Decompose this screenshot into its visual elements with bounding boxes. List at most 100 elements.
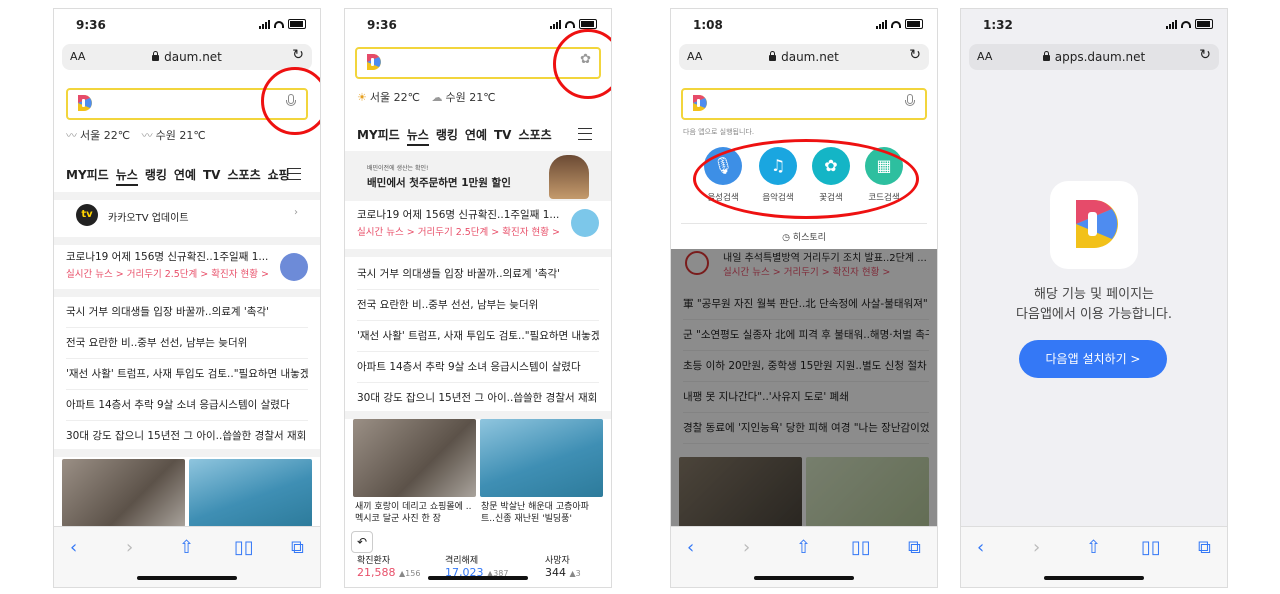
list-item[interactable]: '재선 사활' 트럼프, 사재 투입도 검토.."필요하면 내놓겠다" (66, 359, 308, 390)
kakao-tv-label: 카카오TV 업데이트 (108, 213, 189, 224)
stat-confirmed: 확진환자 21,588 ▲156 (357, 553, 420, 579)
message-line-2: 다음앱에서 이용 가능합니다. (1016, 307, 1172, 322)
status-bar: 1:08 (671, 17, 937, 37)
reload-icon[interactable]: ↻ (292, 47, 304, 63)
stat-delta: ▲156 (399, 569, 421, 578)
back-icon[interactable]: ‹ (977, 537, 984, 558)
dim-overlay[interactable] (671, 249, 937, 527)
mic-icon[interactable] (286, 94, 296, 110)
tab-myfeed[interactable]: MY피드 (357, 128, 400, 142)
tab-news[interactable]: 뉴스 (115, 168, 138, 186)
tab-sports[interactable]: 스포츠 (227, 168, 260, 182)
ad-banner[interactable]: 배민이전에 생산는 확인! 배민에서 첫주문하면 1만원 할인 (345, 151, 611, 201)
address-bar[interactable]: AA daum.net ↻ (679, 44, 929, 70)
list-item[interactable]: 전국 요란한 비..중부 선선, 남부는 늦더위 (357, 290, 599, 321)
home-indicator (754, 576, 854, 580)
list-item[interactable]: 아파트 14층서 추락 9살 소녀 응급시스템이 살렸다 (357, 352, 599, 383)
tab-tv[interactable]: TV (494, 128, 511, 142)
wifi-icon (274, 20, 284, 28)
list-item[interactable]: 30대 강도 잡으니 15년전 그 아이..씁쓸한 경찰서 재회 (66, 421, 308, 452)
list-item[interactable]: 30대 강도 잡으니 15년전 그 아이..씁쓸한 경찰서 재회 (357, 383, 599, 414)
divider (54, 192, 320, 200)
headline-title: 코로나19 어제 156명 신규확진..1주일째 1... (66, 251, 269, 263)
code-search-button[interactable]: ▦ (865, 147, 903, 185)
kakao-tv-banner[interactable]: tv 카카오TV 업데이트 › (66, 202, 308, 230)
reload-icon[interactable]: ↻ (1199, 47, 1211, 63)
tab-sports[interactable]: 스포츠 (518, 128, 551, 142)
back-icon[interactable]: ‹ (70, 537, 77, 558)
history-button[interactable]: ◷ 히스토리 (681, 223, 927, 243)
divider (54, 289, 320, 297)
tab-myfeed[interactable]: MY피드 (66, 168, 109, 182)
tab-entertainment[interactable]: 연예 (174, 168, 196, 182)
photo-tiger[interactable] (353, 419, 476, 497)
history-label: 히스토리 (792, 233, 826, 243)
signal-icon (259, 19, 270, 29)
url-text: apps.daum.net (1054, 50, 1146, 64)
photo-building[interactable] (480, 419, 603, 497)
headline-card[interactable]: 코로나19 어제 156명 신규확진..1주일째 1... 실시간 뉴스 > 거… (357, 207, 599, 247)
list-item[interactable]: 국시 거부 의대생들 입장 바꿀까..의료계 '촉각' (66, 297, 308, 328)
forward-icon[interactable]: › (126, 537, 133, 558)
search-input[interactable]: ✿ (355, 47, 601, 79)
share-icon[interactable]: ⇧ (179, 537, 194, 558)
app-hint: 다음 앱으로 실행됩니다. (683, 128, 755, 136)
forward-icon[interactable]: › (1033, 537, 1040, 558)
photo-tiger[interactable] (62, 459, 185, 527)
list-item[interactable]: 아파트 14층서 추락 9살 소녀 응급시스템이 살렸다 (66, 390, 308, 421)
voice-search-button[interactable]: 🎙 (704, 147, 742, 185)
stat-label: 사망자 (545, 556, 570, 566)
music-search-button[interactable]: ♫ (759, 147, 797, 185)
tab-entertainment[interactable]: 연예 (465, 128, 487, 142)
status-time: 1:08 (693, 18, 723, 32)
status-bar: 9:36 (345, 17, 611, 37)
list-item[interactable]: '재선 사활' 트럼프, 사재 투입도 검토.."필요하면 내놓겠다" (357, 321, 599, 352)
flower-icon[interactable]: ✿ (580, 52, 591, 67)
photo-caption-1[interactable]: 새끼 호랑이 데리고 쇼핑몰에 ..멕시코 달군 사진 한 장 (355, 501, 475, 525)
lock-icon (769, 51, 777, 61)
search-input[interactable] (681, 88, 927, 120)
back-icon[interactable]: ‹ (687, 537, 694, 558)
address-bar[interactable]: AA apps.daum.net ↻ (969, 44, 1219, 70)
bookmarks-icon[interactable]: ▯▯ (851, 537, 871, 558)
button-label: 음악검색 (762, 193, 794, 203)
bookmarks-icon[interactable]: ▯▯ (234, 537, 254, 558)
battery-icon (905, 19, 923, 29)
search-input[interactable] (66, 88, 308, 120)
menu-icon[interactable] (287, 168, 301, 180)
address-bar[interactable]: AA daum.net ↻ (62, 44, 312, 70)
browser-toolbar: ‹ › ⇧ ▯▯ ⧉ (54, 526, 320, 587)
reload-icon[interactable]: ↻ (909, 47, 921, 63)
tab-tv[interactable]: TV (203, 168, 220, 182)
headline-card[interactable]: 코로나19 어제 156명 신규확진..1주일째 1... 실시간 뉴스 > 거… (66, 249, 308, 289)
tab-ranking[interactable]: 랭킹 (145, 168, 167, 182)
install-app-button[interactable]: 다음앱 설치하기 > (1019, 340, 1167, 378)
divider (345, 249, 611, 257)
daum-logo-icon (78, 95, 92, 111)
tab-ranking[interactable]: 랭킹 (436, 128, 458, 142)
tabs-icon[interactable]: ⧉ (1198, 537, 1211, 558)
phone-screen-3: 1:08 AA daum.net ↻ 다음 앱으로 실행됩니다. 🎙 ♫ ✿ ▦… (670, 8, 938, 588)
list-item[interactable]: 국시 거부 의대생들 입장 바꿀까..의료계 '촉각' (357, 259, 599, 290)
tabs-icon[interactable]: ⧉ (291, 537, 304, 558)
menu-icon[interactable] (578, 128, 592, 140)
mic-icon[interactable] (905, 94, 915, 110)
weather-suwon: 수원 21℃ (155, 129, 206, 142)
photo-row (62, 459, 312, 527)
photo-building[interactable] (189, 459, 312, 527)
hospital-icon (280, 253, 308, 281)
lock-icon (1042, 51, 1050, 61)
tab-news[interactable]: 뉴스 (406, 128, 429, 146)
tabs-icon[interactable]: ⧉ (908, 537, 921, 558)
list-item[interactable]: 전국 요란한 비..중부 선선, 남부는 늦더위 (66, 328, 308, 359)
forward-icon[interactable]: › (743, 537, 750, 558)
flower-search-button[interactable]: ✿ (812, 147, 850, 185)
bookmarks-icon[interactable]: ▯▯ (1141, 537, 1161, 558)
share-icon[interactable]: ⇧ (796, 537, 811, 558)
phone-screen-4: 1:32 AA apps.daum.net ↻ 해당 기능 및 페이지는 다음앱… (960, 8, 1228, 588)
weather-row: ☀ 서울 22℃ ☁ 수원 21℃ (357, 91, 496, 104)
headline-sub: 실시간 뉴스 > 거리두기 2.5단계 > 확진자 현황 > (66, 269, 269, 280)
share-icon[interactable]: ⇧ (1086, 537, 1101, 558)
signal-icon (550, 19, 561, 29)
photo-caption-2[interactable]: 창문 박살난 해운대 고층아파 트..신종 재난된 '빌딩풍' (481, 501, 601, 525)
